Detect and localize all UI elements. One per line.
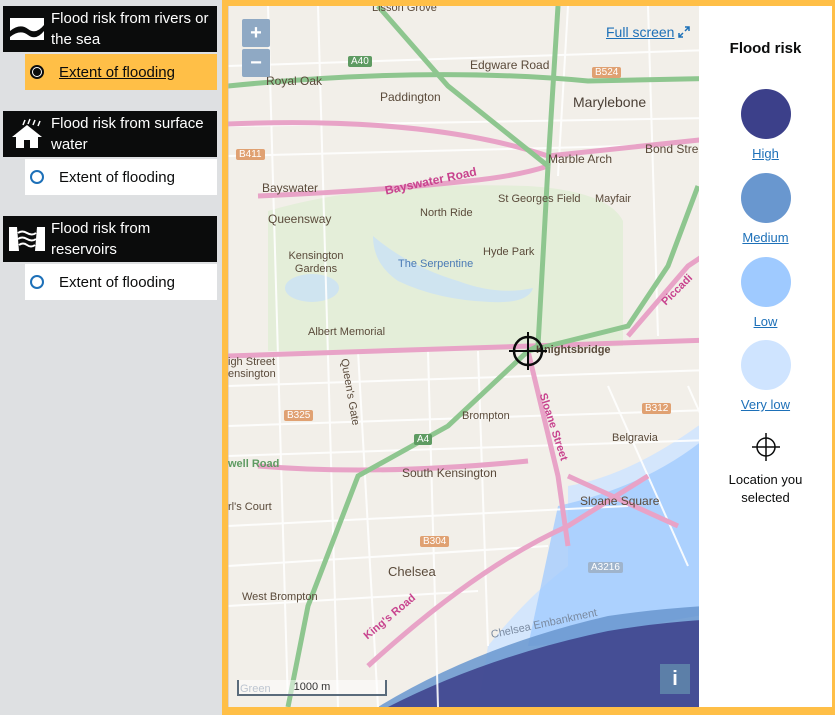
river-icon bbox=[3, 6, 51, 52]
surface-water-header: Flood risk from surface water bbox=[3, 111, 217, 157]
reservoir-icon bbox=[3, 216, 51, 262]
layer-panel: Flood risk from rivers or the sea Extent… bbox=[0, 0, 222, 715]
road-tag-a4: A4 bbox=[414, 434, 433, 445]
label-mayfair: Mayfair bbox=[595, 193, 632, 205]
label-royal-oak: Royal Oak bbox=[266, 74, 323, 88]
rivers-sea-extent-label: Extent of flooding bbox=[59, 63, 175, 81]
road-tag-b524: B524 bbox=[592, 67, 622, 78]
house-rain-icon bbox=[3, 111, 51, 157]
label-edgware-road: Edgware Road bbox=[470, 58, 550, 72]
location-crosshair-icon bbox=[751, 433, 780, 461]
road-tag-b325: B325 bbox=[284, 410, 314, 421]
label-earls-court: rl's Court bbox=[228, 501, 272, 513]
label-marble-arch: Marble Arch bbox=[548, 152, 613, 166]
high-swatch bbox=[740, 89, 791, 139]
reservoirs-extent-label: Extent of flooding bbox=[59, 273, 175, 291]
legend-item-low[interactable]: Low bbox=[699, 257, 832, 329]
label-lisson-grove: Lisson Grove bbox=[372, 6, 437, 14]
surface-water-extent-label: Extent of flooding bbox=[59, 168, 175, 186]
label-marylebone: Marylebone bbox=[573, 94, 647, 110]
label-bond-street: Bond Stre bbox=[645, 142, 699, 156]
rivers-sea-header: Flood risk from rivers or the sea bbox=[3, 6, 217, 52]
scale-bar: 1000 m bbox=[237, 680, 387, 696]
road-tag-a3216: A3216 bbox=[588, 562, 623, 573]
zoom-in-button[interactable]: + bbox=[242, 19, 270, 47]
label-bayswater: Bayswater bbox=[262, 181, 319, 195]
radio-selected[interactable] bbox=[30, 65, 44, 79]
legend-item-medium[interactable]: Medium bbox=[699, 173, 832, 245]
label-west-brompton: West Brompton bbox=[242, 591, 318, 603]
reservoirs-header: Flood risk from reservoirs bbox=[3, 216, 217, 262]
legend-item-location: Location you selected bbox=[699, 433, 832, 507]
label-queensway: Queensway bbox=[268, 212, 332, 226]
legend-item-very-low[interactable]: Very low bbox=[699, 340, 832, 412]
label-chelsea: Chelsea bbox=[388, 564, 436, 579]
location-crosshair-icon bbox=[509, 332, 547, 370]
label-north-ride: North Ride bbox=[420, 207, 473, 219]
legend-location-label: Location you selected bbox=[728, 472, 803, 505]
radio-unselected[interactable] bbox=[30, 275, 44, 289]
very-low-swatch bbox=[740, 340, 791, 390]
label-kensington-gardens: Kensington Gardens bbox=[288, 250, 344, 275]
zoom-out-button[interactable]: − bbox=[242, 49, 270, 77]
surface-water-title: Flood risk from surface water bbox=[51, 115, 204, 153]
label-well-road: well Road bbox=[228, 458, 280, 470]
label-knightsbridge: Knightsbridge bbox=[536, 344, 611, 356]
label-brompton: Brompton bbox=[462, 410, 510, 422]
legend-title: Flood risk bbox=[729, 40, 802, 57]
low-swatch bbox=[740, 257, 791, 307]
label-high-street-kensington: igh Street ensington bbox=[228, 356, 276, 380]
label-belgravia: Belgravia bbox=[612, 432, 658, 444]
legend-item-high[interactable]: High bbox=[699, 89, 832, 161]
rivers-sea-title: Flood risk from rivers or the sea bbox=[51, 10, 209, 48]
legend-high-label[interactable]: High bbox=[752, 146, 779, 161]
label-south-kensington: South Kensington bbox=[402, 466, 497, 480]
full-screen-label: Full screen bbox=[606, 24, 675, 40]
flood-risk-legend: Flood risk High Medium Low Very low Loca… bbox=[699, 6, 832, 707]
label-st-georges-field: St Georges Field bbox=[498, 193, 581, 205]
rivers-sea-extent-option[interactable]: Extent of flooding bbox=[25, 54, 217, 90]
reservoirs-extent-option[interactable]: Extent of flooding bbox=[25, 264, 217, 300]
label-the-serpentine: The Serpentine bbox=[398, 258, 474, 270]
road-tag-b312: B312 bbox=[642, 403, 672, 414]
medium-swatch bbox=[740, 173, 791, 223]
label-hyde-park: Hyde Park bbox=[483, 246, 535, 258]
info-button[interactable]: i bbox=[660, 664, 690, 694]
legend-medium-label[interactable]: Medium bbox=[742, 230, 788, 245]
legend-very-low-label[interactable]: Very low bbox=[741, 397, 790, 412]
radio-unselected[interactable] bbox=[30, 170, 44, 184]
surface-water-extent-option[interactable]: Extent of flooding bbox=[25, 159, 217, 195]
label-sloane-square: Sloane Square bbox=[580, 494, 660, 508]
label-paddington: Paddington bbox=[380, 90, 441, 104]
full-screen-link[interactable]: Full screen bbox=[606, 24, 691, 40]
legend-low-label[interactable]: Low bbox=[754, 314, 778, 329]
reservoirs-title: Flood risk from reservoirs bbox=[51, 220, 151, 258]
road-tag-b304: B304 bbox=[420, 536, 450, 547]
road-tag-b411: B411 bbox=[236, 149, 265, 160]
label-albert-memorial: Albert Memorial bbox=[308, 326, 386, 338]
expand-icon bbox=[678, 26, 691, 38]
road-tag-a40: A40 bbox=[348, 56, 372, 67]
